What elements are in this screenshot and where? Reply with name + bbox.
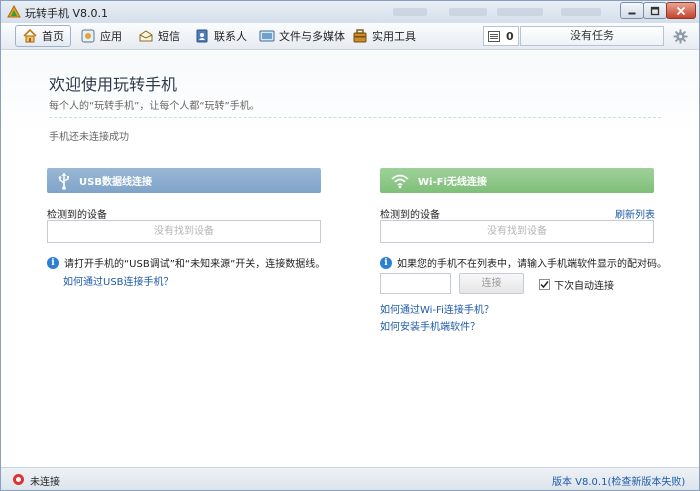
app-logo-icon (7, 5, 21, 18)
tab-tools-label: 实用工具 (372, 30, 416, 43)
tab-home[interactable]: 首页 (15, 25, 71, 47)
tab-contacts-label: 联系人 (214, 30, 247, 43)
tab-contacts[interactable]: 联系人 (188, 25, 253, 47)
status-bar: 未连接 版本 V8.0.1(检查新版本失败) (1, 467, 699, 490)
task-status[interactable]: 没有任务 (520, 26, 664, 46)
wifi-help-link[interactable]: 如何通过Wi-Fi连接手机？ (380, 301, 494, 316)
usb-info: i 请打开手机的“USB调试”和“未知来源”开关，连接数据线。 (47, 255, 325, 270)
wifi-device-list[interactable]: 没有找到设备 (380, 220, 654, 243)
usb-icon (58, 172, 69, 190)
minimize-icon (628, 12, 636, 14)
auto-connect-option[interactable]: 下次自动连接 (539, 277, 614, 292)
tab-apps[interactable]: 应用 (74, 25, 128, 47)
minimize-button[interactable] (620, 2, 644, 19)
check-icon (540, 281, 549, 289)
home-icon (23, 28, 37, 43)
title-bar-blur (393, 8, 427, 16)
pairing-code-input[interactable] (380, 273, 451, 294)
tab-sms-label: 短信 (158, 30, 180, 43)
version-link[interactable]: 版本 V8.0.1(检查新版本失败) (552, 473, 685, 488)
maximize-button[interactable] (643, 2, 667, 19)
apps-icon (81, 29, 95, 43)
title-bar-blur (561, 8, 601, 16)
tab-sms[interactable]: 短信 (132, 25, 186, 47)
toolbox-icon (353, 29, 367, 43)
wifi-info-text: 如果您的手机不在列表中，请输入手机端软件显示的配对码。 (397, 259, 667, 270)
usb-panel-header: USB数据线连接 (47, 168, 321, 193)
task-count: 0 (506, 29, 514, 43)
refresh-list-link[interactable]: 刷新列表 (615, 206, 655, 221)
connection-state: 未连接 (30, 477, 60, 488)
tab-home-label: 首页 (42, 30, 64, 43)
wifi-icon (391, 174, 409, 188)
welcome-title: 欢迎使用玩转手机 (49, 75, 178, 94)
gear-icon[interactable] (673, 29, 688, 44)
connection-status-text: 手机还未连接成功 (49, 132, 129, 143)
main-toolbar: 首页 应用 短信 联系人 文件与多媒体 实用工具 0 没有任务 (1, 23, 699, 50)
usb-panel-title: USB数据线连接 (79, 177, 152, 188)
disconnected-icon (13, 474, 24, 485)
tab-tools[interactable]: 实用工具 (346, 25, 422, 47)
main-content: 欢迎使用玩转手机 每个人的“玩转手机”，让每个人都“玩转”手机。 手机还未连接成… (1, 51, 699, 467)
install-help-link[interactable]: 如何安装手机端软件？ (380, 318, 480, 333)
wifi-panel-header: Wi-Fi无线连接 (380, 168, 654, 193)
auto-connect-checkbox[interactable] (539, 279, 550, 290)
media-icon (259, 30, 275, 42)
close-button[interactable] (666, 2, 696, 19)
wifi-panel-title: Wi-Fi无线连接 (418, 177, 487, 188)
task-count-box[interactable]: 0 (483, 26, 519, 46)
maximize-icon (650, 6, 660, 15)
close-icon (676, 6, 686, 15)
usb-device-list[interactable]: 没有找到设备 (47, 220, 321, 243)
auto-connect-label: 下次自动连接 (554, 281, 614, 292)
sms-icon (139, 30, 153, 42)
title-bar-blur (497, 8, 543, 16)
task-list-icon (488, 30, 500, 42)
tab-apps-label: 应用 (100, 30, 122, 43)
app-window: 玩转手机 V8.0.1 首页 应用 短信 联系人 文件与多媒体 实用工具 0 没… (0, 0, 700, 491)
title-bar-blur (449, 8, 487, 16)
usb-help-link[interactable]: 如何通过USB连接手机？ (63, 273, 174, 288)
welcome-subtitle: 每个人的“玩转手机”，让每个人都“玩转”手机。 (49, 101, 260, 112)
wifi-devices-label: 检测到的设备 (380, 210, 440, 221)
usb-info-text: 请打开手机的“USB调试”和“未知来源”开关，连接数据线。 (64, 259, 326, 270)
usb-devices-label: 检测到的设备 (47, 210, 107, 221)
divider (49, 117, 661, 118)
tab-media[interactable]: 文件与多媒体 (253, 25, 351, 47)
info-icon: i (47, 256, 59, 269)
wifi-info: i 如果您的手机不在列表中，请输入手机端软件显示的配对码。 (380, 255, 667, 270)
contacts-icon (196, 29, 208, 43)
info-icon: i (380, 256, 392, 269)
window-title: 玩转手机 V8.0.1 (25, 7, 109, 20)
tab-media-label: 文件与多媒体 (279, 30, 345, 43)
title-bar: 玩转手机 V8.0.1 (1, 1, 699, 23)
connect-button[interactable]: 连接 (459, 273, 524, 294)
